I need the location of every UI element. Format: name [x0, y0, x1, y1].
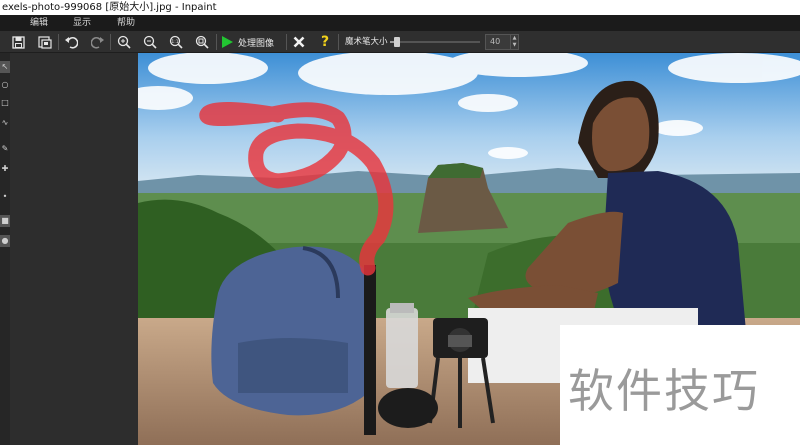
zoom-in-icon[interactable]: [115, 33, 133, 51]
tool-strip: ↖ ○ □ ∿ ✎ ✚ • ■ ●: [0, 53, 10, 445]
slider-thumb[interactable]: [394, 37, 400, 47]
tool-select[interactable]: ↖: [0, 61, 10, 73]
menu-view[interactable]: 显示: [73, 15, 91, 31]
tool-marker[interactable]: ■: [0, 215, 10, 227]
brush-size-slider[interactable]: [390, 37, 480, 47]
watermark-text: 软件技巧: [568, 364, 760, 418]
process-image-button[interactable]: 处理图像: [222, 33, 274, 51]
brush-size-value: 40: [490, 37, 501, 46]
tool-rect[interactable]: □: [0, 97, 10, 109]
undo-icon[interactable]: [62, 33, 80, 51]
menu-edit[interactable]: 编辑: [30, 15, 48, 31]
save-as-icon[interactable]: [36, 33, 54, 51]
tool-free[interactable]: ∿: [0, 117, 10, 129]
tool-move[interactable]: ✚: [0, 163, 10, 175]
toolbar: 1:1 处理图像 ? 魔术笔大小 40 ▲ ▼: [0, 31, 800, 53]
actual-size-icon[interactable]: 1:1: [167, 33, 185, 51]
tool-dot[interactable]: •: [0, 191, 10, 203]
fit-window-icon[interactable]: [193, 33, 211, 51]
stepper-arrows[interactable]: ▲ ▼: [510, 35, 518, 49]
menu-bar: 编辑 显示 帮助: [0, 15, 800, 31]
help-icon[interactable]: ?: [316, 33, 334, 51]
zoom-out-icon[interactable]: [141, 33, 159, 51]
process-image-label: 处理图像: [238, 38, 275, 49]
brush-size-stepper[interactable]: 40 ▲ ▼: [485, 34, 519, 50]
brush-size-label: 魔术笔大小: [345, 37, 388, 47]
save-icon[interactable]: [9, 33, 27, 51]
watermark: 软件技巧: [560, 325, 800, 445]
menu-help[interactable]: 帮助: [117, 15, 135, 31]
play-icon: [222, 36, 233, 48]
window-title: exels-photo-999068 [原始大小].jpg - Inpaint: [0, 0, 800, 15]
tool-lasso[interactable]: ○: [0, 79, 10, 91]
tool-brush[interactable]: ●: [0, 235, 10, 247]
tool-pencil[interactable]: ✎: [0, 143, 10, 155]
left-panel: [0, 53, 138, 445]
redo-icon[interactable]: [89, 33, 107, 51]
close-icon[interactable]: [290, 33, 308, 51]
svg-text:1:1: 1:1: [171, 39, 178, 45]
